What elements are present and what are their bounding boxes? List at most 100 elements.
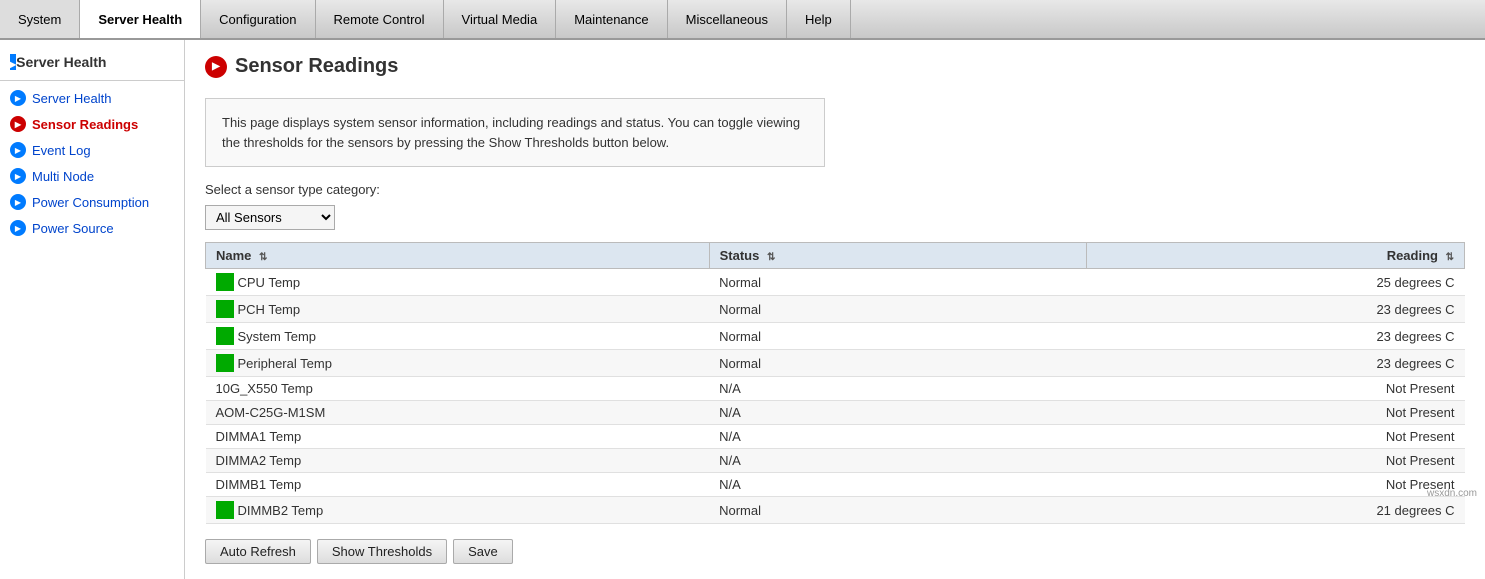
sensor-table: Name ⇅ Status ⇅ Reading ⇅ CPU Temp Normal… <box>205 242 1465 524</box>
sensor-name-label: DIMMB2 Temp <box>238 503 324 518</box>
col-header-status: Status ⇅ <box>709 243 1087 269</box>
topbar-item-miscellaneous[interactable]: Miscellaneous <box>668 0 787 38</box>
info-box: This page displays system sensor informa… <box>205 98 825 167</box>
sidebar-label-multi-node: Multi Node <box>32 169 94 184</box>
topbar-item-remote-control[interactable]: Remote Control <box>316 0 444 38</box>
sensor-name-label: System Temp <box>238 329 317 344</box>
topbar-item-server-health[interactable]: Server Health <box>80 0 201 38</box>
sidebar-icon-event-log <box>10 142 26 158</box>
sidebar-icon-sensor-readings <box>10 116 26 132</box>
sidebar-icon-power-source <box>10 220 26 236</box>
col-header-reading: Reading ⇅ <box>1087 243 1465 269</box>
sensor-name-cell: DIMMA2 Temp <box>206 449 710 473</box>
sensor-table-body: CPU TempNormal25 degrees CPCH TempNormal… <box>206 269 1465 524</box>
sensor-status-cell: Normal <box>709 350 1087 377</box>
sidebar-label-event-log: Event Log <box>32 143 91 158</box>
sensor-status-cell: Normal <box>709 269 1087 296</box>
sidebar-label-server-health: Server Health <box>32 91 111 106</box>
bottom-buttons: Auto Refresh Show Thresholds Save <box>205 539 1465 564</box>
topbar-item-system[interactable]: System <box>0 0 80 38</box>
status-green-indicator <box>216 273 234 291</box>
page-title-container: Sensor Readings <box>205 55 1465 83</box>
sensor-name-cell: Peripheral Temp <box>206 350 710 377</box>
table-row: DIMMA2 TempN/ANot Present <box>206 449 1465 473</box>
table-row: PCH TempNormal23 degrees C <box>206 296 1465 323</box>
sidebar-item-multi-node[interactable]: Multi Node <box>0 163 184 189</box>
topbar-item-help[interactable]: Help <box>787 0 851 38</box>
sidebar-divider <box>0 80 184 81</box>
topbar-item-virtual-media[interactable]: Virtual Media <box>444 0 557 38</box>
sidebar-section-title-label: Server Health <box>16 54 106 70</box>
sidebar-item-power-source[interactable]: Power Source <box>0 215 184 241</box>
col-header-reading-label: Reading <box>1387 248 1438 263</box>
sensor-name-label: Peripheral Temp <box>238 356 332 371</box>
status-sort-arrows[interactable]: ⇅ <box>767 252 775 263</box>
status-green-indicator <box>216 327 234 345</box>
sidebar-item-sensor-readings[interactable]: Sensor Readings <box>0 111 184 137</box>
sensor-reading-cell: 23 degrees C <box>1087 350 1465 377</box>
sensor-name-label: DIMMA2 Temp <box>216 453 302 468</box>
sensor-name-cell: System Temp <box>206 323 710 350</box>
sensor-reading-cell: 23 degrees C <box>1087 323 1465 350</box>
table-row: DIMMA1 TempN/ANot Present <box>206 425 1465 449</box>
sidebar-label-power-source: Power Source <box>32 221 114 236</box>
sensor-reading-cell: 21 degrees C <box>1087 497 1465 524</box>
col-header-status-label: Status <box>720 248 760 263</box>
table-row: DIMMB1 TempN/ANot Present <box>206 473 1465 497</box>
sensor-status-cell: N/A <box>709 425 1087 449</box>
show-thresholds-button[interactable]: Show Thresholds <box>317 539 447 564</box>
sensor-name-cell: PCH Temp <box>206 296 710 323</box>
sidebar-item-server-health[interactable]: Server Health <box>0 85 184 111</box>
topbar-item-configuration[interactable]: Configuration <box>201 0 315 38</box>
sensor-reading-cell: Not Present <box>1087 401 1465 425</box>
auto-refresh-button[interactable]: Auto Refresh <box>205 539 311 564</box>
sensor-status-cell: N/A <box>709 449 1087 473</box>
sensor-category-select-container: All Sensors <box>205 205 1465 230</box>
sidebar-item-event-log[interactable]: Event Log <box>0 137 184 163</box>
sensor-name-label: AOM-C25G-M1SM <box>216 405 326 420</box>
table-row: Peripheral Temp Normal23 degrees C <box>206 350 1465 377</box>
page-title-icon <box>205 56 227 78</box>
sensor-name-label: CPU Temp <box>238 275 301 290</box>
top-nav-bar: SystemServer HealthConfigurationRemote C… <box>0 0 1485 40</box>
table-header-row: Name ⇅ Status ⇅ Reading ⇅ <box>206 243 1465 269</box>
status-green-indicator <box>216 501 234 519</box>
sidebar-section-server-health[interactable]: Server Health <box>0 48 184 76</box>
sensor-name-label: DIMMA1 Temp <box>216 429 302 444</box>
reading-sort-arrows[interactable]: ⇅ <box>1446 252 1454 263</box>
page-title: Sensor Readings <box>235 55 398 78</box>
topbar-item-maintenance[interactable]: Maintenance <box>556 0 667 38</box>
sensor-status-cell: N/A <box>709 377 1087 401</box>
sensor-status-cell: Normal <box>709 323 1087 350</box>
info-text: This page displays system sensor informa… <box>222 115 800 150</box>
table-row: DIMMB2 TempNormal21 degrees C <box>206 497 1465 524</box>
watermark: wsxdn.com <box>1427 488 1477 499</box>
table-row: System Temp Normal23 degrees C <box>206 323 1465 350</box>
sensor-reading-cell: Not Present <box>1087 377 1465 401</box>
col-header-name-label: Name <box>216 248 251 263</box>
sensor-category-dropdown[interactable]: All Sensors <box>205 205 335 230</box>
sensor-name-cell: AOM-C25G-M1SM <box>206 401 710 425</box>
status-green-indicator <box>216 354 234 372</box>
sensor-name-cell: CPU Temp <box>206 269 710 296</box>
sensor-reading-cell: 25 degrees C <box>1087 269 1465 296</box>
sensor-name-cell: 10G_X550 Temp <box>206 377 710 401</box>
status-green-indicator <box>216 300 234 318</box>
sidebar-item-power-consumption[interactable]: Power Consumption <box>0 189 184 215</box>
table-row: 10G_X550 TempN/ANot Present <box>206 377 1465 401</box>
sidebar: Server Health Server Health Sensor Readin… <box>0 40 185 579</box>
sidebar-items-container: Server Health Sensor Readings Event Log Mul… <box>0 85 184 241</box>
sensor-name-cell: DIMMB1 Temp <box>206 473 710 497</box>
sensor-status-cell: N/A <box>709 473 1087 497</box>
main-layout: Server Health Server Health Sensor Readin… <box>0 40 1485 579</box>
sensor-name-cell: DIMMB2 Temp <box>206 497 710 524</box>
sidebar-icon-multi-node <box>10 168 26 184</box>
sensor-status-cell: Normal <box>709 296 1087 323</box>
col-header-name: Name ⇅ <box>206 243 710 269</box>
name-sort-arrows[interactable]: ⇅ <box>259 252 267 263</box>
main-content: Sensor Readings This page displays syste… <box>185 40 1485 579</box>
sensor-reading-cell: 23 degrees C <box>1087 296 1465 323</box>
save-button[interactable]: Save <box>453 539 513 564</box>
sidebar-label-power-consumption: Power Consumption <box>32 195 149 210</box>
sidebar-icon-power-consumption <box>10 194 26 210</box>
